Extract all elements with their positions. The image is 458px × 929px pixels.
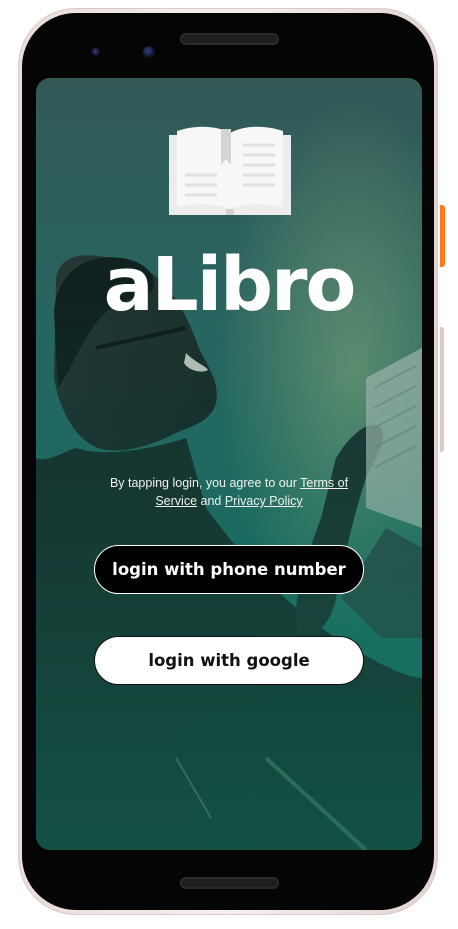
app-title: aLibro: [103, 242, 357, 328]
legal-conjunction: and: [197, 494, 225, 508]
legal-prefix: By tapping login, you agree to our: [109, 476, 301, 490]
front-camera: [143, 46, 155, 58]
privacy-link[interactable]: Privacy Policy: [225, 494, 303, 508]
front-sensor: [92, 48, 100, 56]
phone-login-button[interactable]: login with phone number: [94, 545, 364, 594]
top-speaker: [180, 33, 279, 45]
phone-login-label: login with phone number: [112, 560, 346, 579]
login-screen: aLibro By tapping login, you agree to ou…: [36, 78, 422, 850]
open-book-icon: [169, 126, 291, 215]
google-login-label: login with google: [148, 651, 310, 670]
power-button[interactable]: [440, 205, 445, 267]
volume-button[interactable]: [440, 327, 444, 452]
legal-notice: By tapping login, you agree to our Terms…: [91, 474, 367, 510]
google-login-button[interactable]: login with google: [94, 636, 364, 685]
bottom-speaker: [180, 877, 279, 889]
